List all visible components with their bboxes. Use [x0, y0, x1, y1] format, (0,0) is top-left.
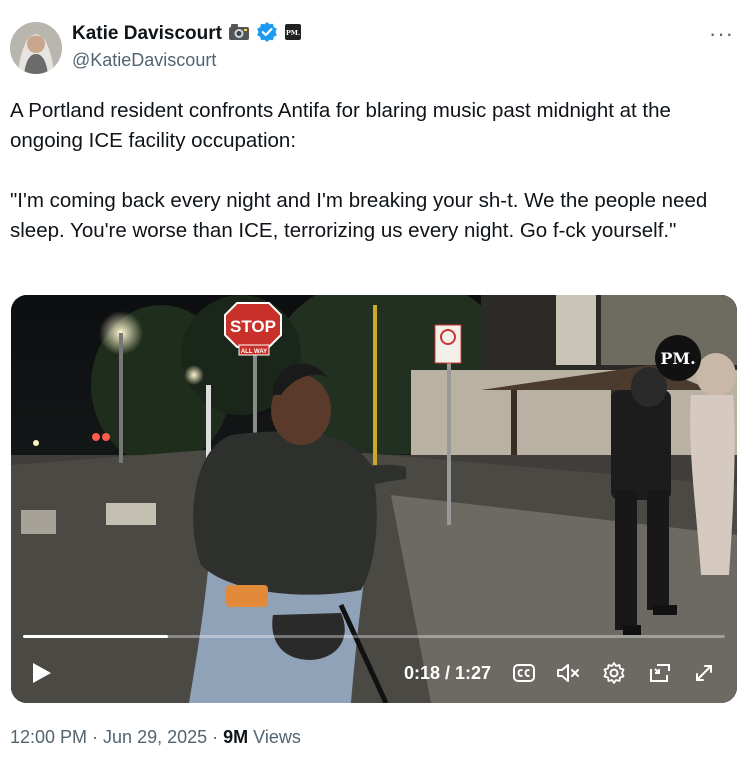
stop-sign-subtext: ALL WAY: [241, 349, 267, 355]
camera-icon: [228, 22, 250, 47]
pip-icon[interactable]: [647, 660, 673, 686]
video-progress-bar[interactable]: [23, 635, 725, 638]
mute-icon[interactable]: [555, 660, 581, 686]
views-label: Views: [248, 727, 301, 747]
affiliate-badge-icon[interactable]: PM.: [284, 23, 302, 46]
author-handle[interactable]: @KatieDaviscourt: [72, 47, 302, 73]
affiliate-badge-text: PM.: [286, 29, 300, 37]
views-count: 9M: [223, 727, 249, 747]
tweet-text: A Portland resident confronts Antifa for…: [10, 99, 708, 242]
tweet-header: Katie Daviscourt PM. @KatieDaviscourt ··…: [10, 21, 742, 74]
pm-watermark: PM.: [655, 335, 701, 381]
tweet-time[interactable]: 12:00 PM: [10, 727, 87, 747]
avatar[interactable]: [10, 22, 62, 74]
play-icon[interactable]: [27, 659, 55, 687]
avatar-image: [10, 22, 62, 74]
video-frame: STOP ALL WAY: [11, 295, 737, 703]
separator: ·: [207, 727, 224, 747]
more-options-icon[interactable]: ···: [709, 23, 734, 45]
verified-badge-icon[interactable]: [256, 21, 278, 48]
stop-sign-text: STOP: [230, 317, 276, 336]
settings-icon[interactable]: [601, 660, 627, 686]
video-progress-fill: [23, 635, 169, 638]
author-info: Katie Daviscourt PM. @KatieDaviscourt: [72, 21, 302, 73]
video-time: 0:18 / 1:27: [404, 663, 492, 683]
tweet-date[interactable]: Jun 29, 2025: [103, 727, 207, 747]
author-name[interactable]: Katie Daviscourt: [72, 22, 222, 46]
tweet-metadata: 12:00 PM · Jun 29, 2025 · 9M Views: [10, 724, 301, 750]
video-player[interactable]: STOP ALL WAY PM. 0:18 / 1:27: [11, 295, 737, 703]
captions-icon[interactable]: [511, 660, 537, 686]
fullscreen-icon[interactable]: [691, 660, 717, 686]
video-controls: 0:18 / 1:27: [11, 643, 737, 703]
separator: ·: [87, 727, 104, 747]
